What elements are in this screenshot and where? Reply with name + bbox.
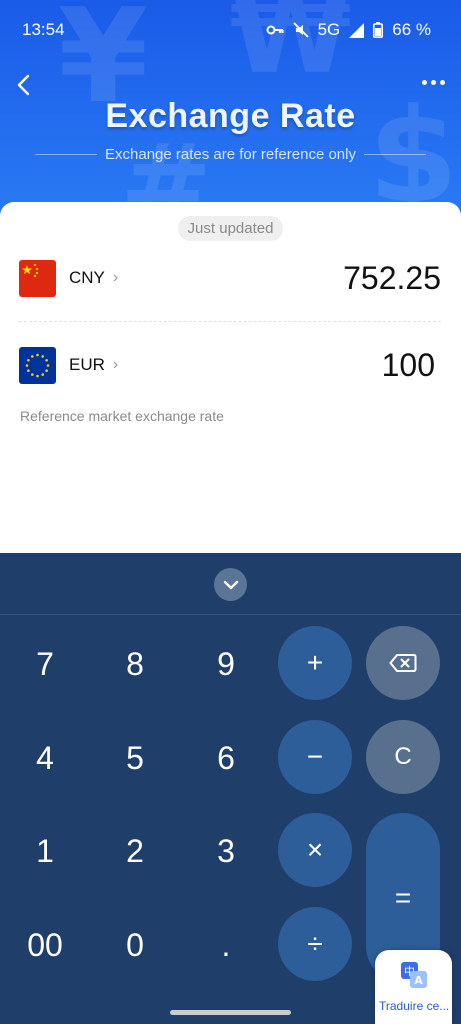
translate-label: Traduire ce... — [379, 999, 450, 1013]
collapse-keypad-button[interactable] — [214, 568, 247, 601]
chevron-right-icon: › — [112, 269, 119, 286]
back-button[interactable] — [12, 72, 38, 98]
header-banner: ¥ ₩ $ # 13:54 5G 66 % Exchange Rate Exch… — [0, 0, 461, 215]
key-8[interactable]: 8 — [95, 629, 175, 699]
reference-note: Reference market exchange rate — [20, 408, 224, 424]
key-9[interactable]: 9 — [186, 629, 266, 699]
divide-button[interactable]: ÷ — [278, 907, 352, 981]
status-bar: 13:54 5G 66 % — [0, 0, 461, 58]
key-5[interactable]: 5 — [95, 723, 175, 793]
translate-icon: 中 A — [401, 962, 427, 988]
amount-cny[interactable]: 752.25 — [343, 260, 441, 297]
currency-selector-cny[interactable]: CNY › — [69, 268, 118, 288]
home-indicator[interactable] — [170, 1010, 291, 1015]
more-dot — [431, 80, 436, 85]
status-icons: 5G 66 % — [266, 20, 431, 40]
mute-icon — [292, 22, 309, 38]
more-horizontal-icon — [422, 80, 427, 85]
network-type: 5G — [317, 20, 341, 39]
battery-level: 66 % — [392, 20, 431, 39]
key-1[interactable]: 1 — [5, 816, 85, 886]
key-0[interactable]: 0 — [95, 910, 175, 980]
chevron-down-icon — [223, 580, 238, 589]
updated-badge: Just updated — [177, 216, 284, 241]
currency-selector-eur[interactable]: EUR › — [69, 355, 118, 375]
status-time: 13:54 — [22, 20, 65, 39]
keypad-separator — [0, 614, 461, 615]
signal-icon — [349, 22, 365, 38]
currency-code: EUR — [69, 355, 105, 374]
backspace-button[interactable] — [366, 626, 440, 700]
clear-button[interactable]: C — [366, 720, 440, 794]
battery-icon — [373, 22, 384, 38]
subtitle-divider-left — [35, 154, 97, 155]
key-3[interactable]: 3 — [186, 816, 266, 886]
svg-text:A: A — [414, 974, 423, 987]
page-title: Exchange Rate — [105, 97, 356, 135]
subtitle-text: Exchange rates are for reference only — [105, 146, 356, 163]
china-flag-icon — [19, 259, 56, 297]
backspace-icon — [389, 654, 417, 672]
key-4[interactable]: 4 — [5, 723, 85, 793]
minus-button[interactable]: − — [278, 720, 352, 794]
key-decimal[interactable]: . — [186, 910, 266, 980]
chevron-left-icon — [17, 74, 30, 96]
converter-card: Just updated CNY › 752.25 EUR › 100 Refe… — [0, 202, 461, 554]
translate-widget[interactable]: 中 A Traduire ce... — [375, 950, 452, 1024]
page-subtitle: Exchange rates are for reference only — [0, 146, 461, 163]
row-divider — [19, 321, 441, 323]
key-7[interactable]: 7 — [5, 629, 85, 699]
currency-code: CNY — [69, 268, 105, 287]
more-options-button[interactable] — [422, 80, 445, 85]
vpn-key-icon — [266, 25, 284, 35]
more-dot — [440, 80, 445, 85]
currency-row-cny: CNY › 752.25 — [19, 248, 441, 308]
subtitle-divider-right — [363, 154, 426, 155]
key-6[interactable]: 6 — [186, 723, 266, 793]
chevron-right-icon: › — [112, 356, 119, 373]
eu-flag-icon — [19, 346, 56, 384]
currency-row-eur: EUR › 100 — [19, 335, 441, 395]
key-2[interactable]: 2 — [95, 816, 175, 886]
key-00[interactable]: 00 — [5, 910, 85, 980]
multiply-button[interactable]: × — [278, 813, 352, 887]
amount-eur[interactable]: 100 — [382, 347, 435, 384]
plus-button[interactable]: + — [278, 626, 352, 700]
